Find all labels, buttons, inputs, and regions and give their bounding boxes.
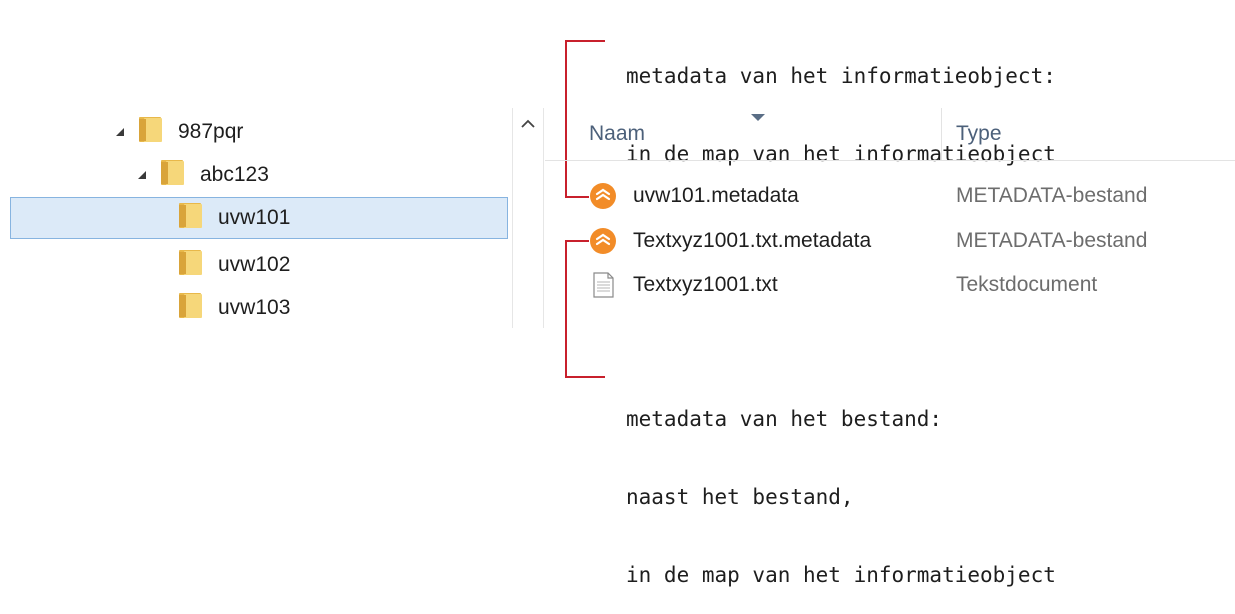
tree-item-uvw102[interactable]: uvw102 [176, 245, 290, 285]
tree-item-uvw101[interactable]: uvw101 [176, 198, 290, 238]
annotation-top: metadata van het informatieobject: in de… [626, 11, 1056, 193]
tree-item-label: uvw103 [218, 296, 291, 319]
tree-item-label: uvw102 [218, 253, 291, 276]
file-type: METADATA-bestand [956, 229, 1148, 252]
file-row[interactable]: Textxyz1001.txt.metadata METADATA-bestan… [545, 221, 1235, 261]
tree-item-label: 987pqr [178, 120, 244, 143]
file-row[interactable]: Textxyz1001.txt Tekstdocument [545, 265, 1235, 305]
sort-descending-icon [750, 110, 766, 128]
tree-item-label: uvw101 [218, 206, 291, 229]
annotation-bottom-line1: metadata van het bestand: [626, 407, 943, 431]
column-separator[interactable] [941, 108, 942, 160]
scroll-up-button[interactable] [513, 108, 543, 142]
folder-icon [176, 247, 206, 283]
folder-icon [176, 200, 206, 236]
folder-icon [136, 114, 166, 150]
tree-item-987pqr[interactable]: 987pqr [112, 112, 243, 152]
file-row[interactable]: uvw101.metadata METADATA-bestand [545, 176, 1235, 216]
annotation-bottom: metadata van het bestand: naast het best… [626, 354, 1056, 614]
annotation-top-line1: metadata van het informatieobject: [626, 64, 1056, 88]
file-name: uvw101.metadata [633, 184, 799, 207]
file-type: Tekstdocument [956, 273, 1098, 296]
text-document-icon [589, 271, 617, 299]
file-name: Textxyz1001.txt [633, 273, 778, 296]
file-type: METADATA-bestand [956, 184, 1148, 207]
folder-icon [176, 290, 206, 326]
column-header-type[interactable]: Type [956, 122, 1002, 146]
folder-icon [158, 157, 188, 193]
tree-item-label: abc123 [200, 163, 269, 186]
annotation-bottom-line3: in de map van het informatieobject [626, 563, 1056, 587]
file-name: Textxyz1001.txt.metadata [633, 229, 872, 252]
expanded-arrow-icon[interactable] [112, 124, 128, 140]
tree-item-abc123[interactable]: abc123 [134, 155, 269, 195]
metadata-file-icon [589, 227, 617, 255]
annotation-bottom-line2: naast het bestand, [626, 485, 854, 509]
column-header-name[interactable]: Naam [589, 122, 645, 146]
file-list-header: Naam Type [545, 108, 1235, 161]
metadata-file-icon [589, 182, 617, 210]
chevron-up-icon [520, 116, 536, 134]
tree-scrollbar[interactable] [512, 108, 544, 328]
tree-item-uvw103[interactable]: uvw103 [176, 288, 290, 328]
expanded-arrow-icon[interactable] [134, 167, 150, 183]
